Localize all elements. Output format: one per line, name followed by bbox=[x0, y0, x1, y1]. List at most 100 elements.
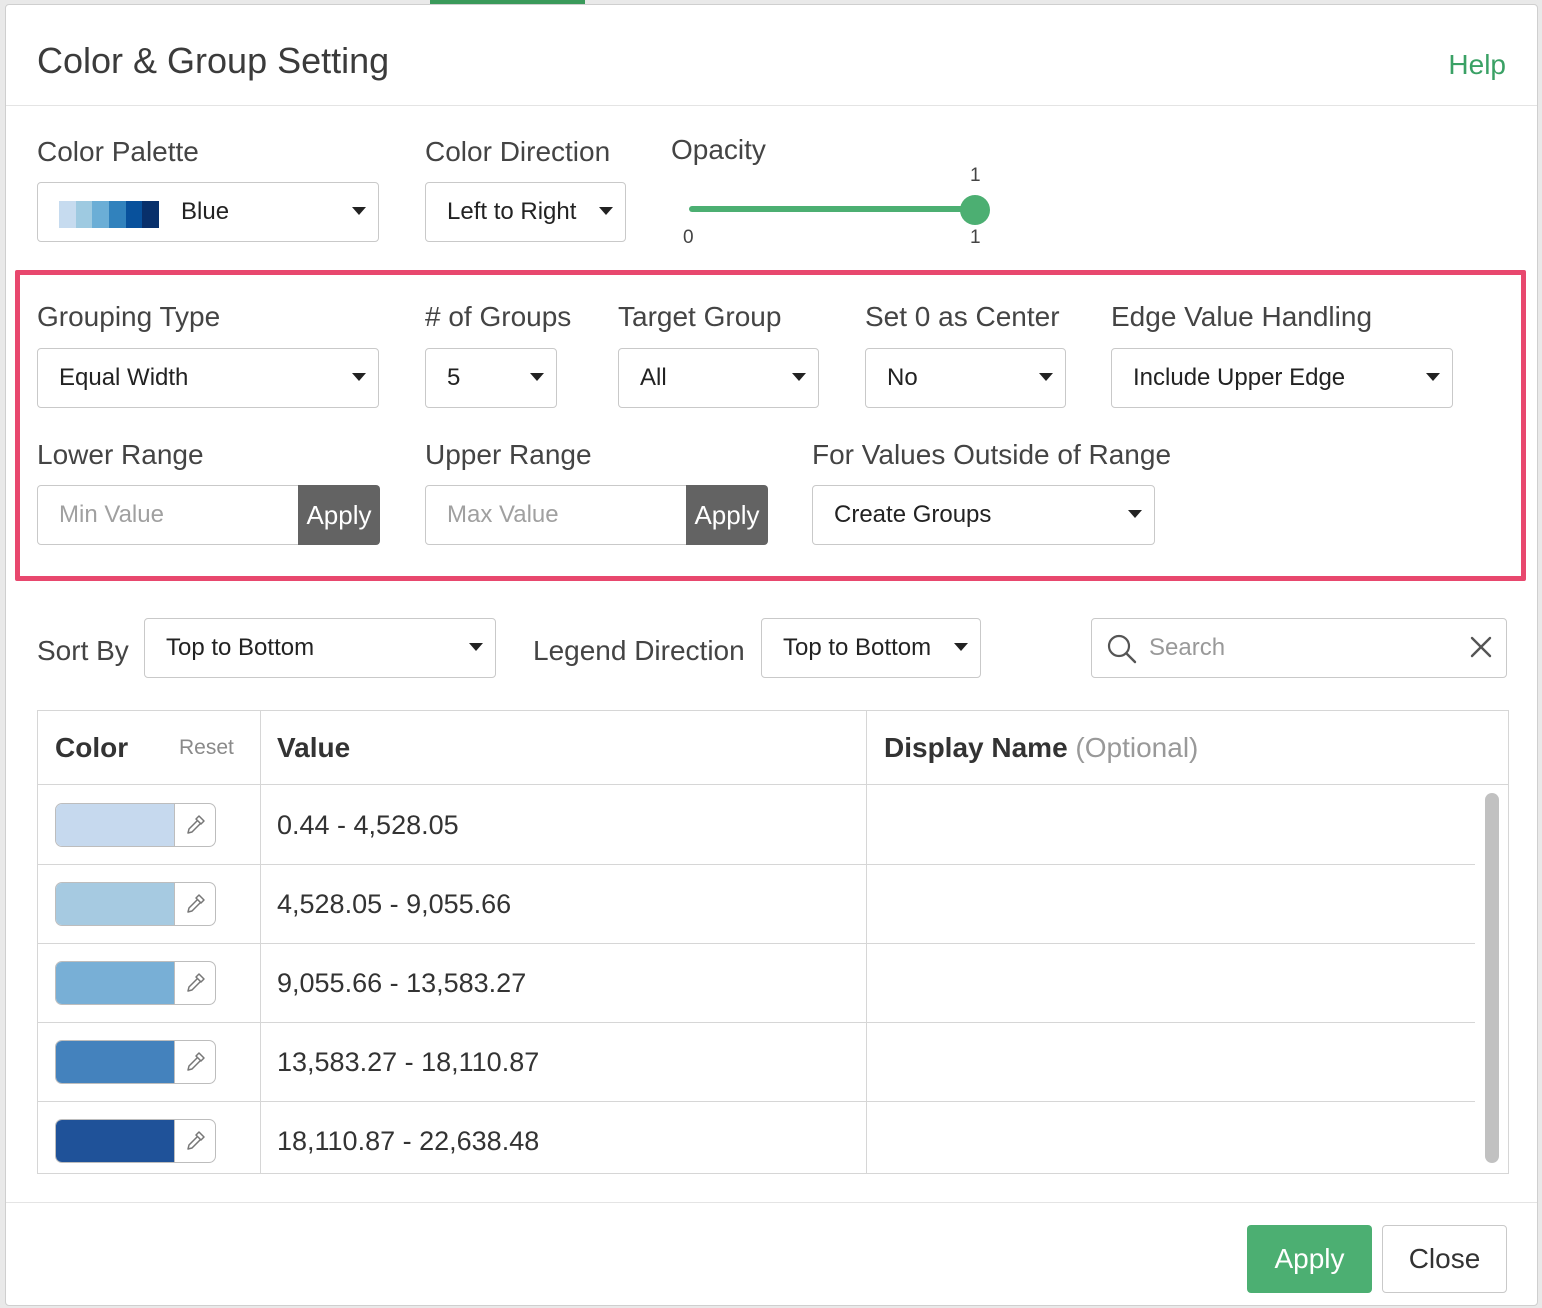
display-name-header-label: Display Name bbox=[884, 732, 1068, 763]
outside-range-label: For Values Outside of Range bbox=[812, 439, 1172, 470]
opacity-min-label: 0 bbox=[683, 227, 694, 248]
chevron-down-icon bbox=[599, 207, 613, 215]
color-swatch[interactable] bbox=[56, 883, 174, 925]
chevron-down-icon bbox=[792, 373, 806, 381]
top-accent-bar bbox=[430, 0, 585, 4]
upper-range-apply-button[interactable]: Apply bbox=[686, 485, 768, 545]
lower-range-label: Lower Range bbox=[37, 439, 204, 470]
opacity-label: Opacity bbox=[671, 134, 766, 165]
set-zero-center-value: No bbox=[887, 364, 918, 391]
color-direction-label: Color Direction bbox=[425, 136, 611, 167]
chevron-down-icon bbox=[352, 373, 366, 381]
color-direction-select[interactable]: Left to Right bbox=[425, 182, 626, 242]
outside-range-value: Create Groups bbox=[834, 501, 992, 528]
color-swatch[interactable] bbox=[56, 1120, 174, 1162]
color-palette-label: Color Palette bbox=[37, 136, 199, 167]
color-swatch-control bbox=[55, 1040, 216, 1084]
table-row: 13,583.27 - 18,110.87 bbox=[38, 1023, 1475, 1102]
num-groups-select[interactable]: 5 bbox=[425, 348, 557, 408]
sort-by-label: Sort By bbox=[37, 635, 129, 666]
upper-range-label: Upper Range bbox=[425, 439, 592, 470]
lower-range-apply-button[interactable]: Apply bbox=[298, 485, 380, 545]
search-input[interactable] bbox=[1149, 627, 1449, 669]
table-row: 9,055.66 - 13,583.27 bbox=[38, 944, 1475, 1023]
table-scrollbar[interactable] bbox=[1485, 793, 1499, 1163]
group-value-range: 18,110.87 - 22,638.48 bbox=[277, 1126, 540, 1156]
color-group-dialog: Color & Group Setting Help Color Palette… bbox=[5, 4, 1538, 1306]
eyedropper-icon[interactable] bbox=[174, 1041, 215, 1083]
eyedropper-icon[interactable] bbox=[174, 962, 215, 1004]
color-group-table: Color Reset Value Display Name (Optional… bbox=[37, 710, 1509, 1174]
chevron-down-icon bbox=[530, 373, 544, 381]
grouping-type-select[interactable]: Equal Width bbox=[37, 348, 379, 408]
color-swatch[interactable] bbox=[56, 962, 174, 1004]
grouping-type-value: Equal Width bbox=[59, 364, 189, 391]
help-link[interactable]: Help bbox=[1448, 49, 1506, 81]
color-palette-value: Blue bbox=[181, 198, 230, 225]
opacity-max-label: 1 bbox=[970, 227, 981, 248]
chevron-down-icon bbox=[1128, 510, 1142, 518]
opacity-slider-track[interactable] bbox=[689, 206, 976, 212]
apply-button[interactable]: Apply bbox=[1247, 1225, 1372, 1293]
chevron-down-icon bbox=[954, 643, 968, 651]
group-value-range: 9,055.66 - 13,583.27 bbox=[277, 968, 527, 998]
palette-swatch-step bbox=[142, 201, 160, 228]
color-column-header: Color bbox=[55, 732, 129, 763]
dialog-header: Color & Group Setting Help bbox=[6, 5, 1537, 106]
eyedropper-icon[interactable] bbox=[174, 804, 215, 846]
target-group-select[interactable]: All bbox=[618, 348, 819, 408]
set-zero-center-select[interactable]: No bbox=[865, 348, 1066, 408]
eyedropper-icon[interactable] bbox=[174, 883, 215, 925]
close-icon[interactable] bbox=[1468, 634, 1494, 660]
table-row: 4,528.05 - 9,055.66 bbox=[38, 865, 1475, 944]
set-zero-center-label: Set 0 as Center bbox=[865, 301, 1060, 332]
palette-swatch-step bbox=[59, 201, 76, 228]
display-name-optional-hint: (Optional) bbox=[1075, 732, 1199, 763]
eyedropper-icon[interactable] bbox=[174, 1120, 215, 1162]
chevron-down-icon bbox=[469, 643, 483, 651]
dialog-title: Color & Group Setting bbox=[37, 40, 390, 81]
sort-by-value: Top to Bottom bbox=[166, 634, 315, 661]
chevron-down-icon bbox=[352, 207, 366, 215]
color-swatch[interactable] bbox=[56, 1041, 174, 1083]
legend-direction-label: Legend Direction bbox=[533, 635, 745, 666]
color-swatch-control bbox=[55, 961, 216, 1005]
display-name-cell[interactable] bbox=[867, 786, 1475, 864]
edge-value-handling-label: Edge Value Handling bbox=[1111, 301, 1373, 332]
reset-colors-link[interactable]: Reset bbox=[179, 711, 234, 785]
edge-value-handling-select[interactable]: Include Upper Edge bbox=[1111, 348, 1453, 408]
display-name-cell[interactable] bbox=[867, 944, 1475, 1022]
palette-swatch-step bbox=[125, 201, 143, 228]
table-row: 18,110.87 - 22,638.48 bbox=[38, 1102, 1475, 1181]
num-groups-value: 5 bbox=[447, 364, 461, 391]
opacity-slider-handle[interactable] bbox=[960, 195, 990, 225]
lower-range-input[interactable] bbox=[37, 485, 299, 545]
sort-by-select[interactable]: Top to Bottom bbox=[144, 618, 496, 678]
opacity-current-value: 1 bbox=[970, 165, 981, 186]
grouping-type-label: Grouping Type bbox=[37, 301, 221, 332]
footer-divider bbox=[6, 1202, 1537, 1203]
color-swatch-control bbox=[55, 882, 216, 926]
outside-range-select[interactable]: Create Groups bbox=[812, 485, 1155, 545]
palette-swatch-step bbox=[109, 201, 126, 228]
group-value-range: 13,583.27 - 18,110.87 bbox=[277, 1047, 540, 1077]
target-group-value: All bbox=[640, 364, 667, 391]
close-button[interactable]: Close bbox=[1382, 1225, 1507, 1293]
search-box bbox=[1091, 618, 1507, 678]
color-swatch-control bbox=[55, 803, 216, 847]
display-name-cell[interactable] bbox=[867, 865, 1475, 943]
search-icon bbox=[1107, 634, 1137, 664]
color-palette-select[interactable]: Blue bbox=[37, 182, 379, 242]
display-name-cell[interactable] bbox=[867, 1023, 1475, 1101]
legend-direction-select[interactable]: Top to Bottom bbox=[761, 618, 981, 678]
value-column-header: Value bbox=[277, 732, 351, 763]
color-swatch[interactable] bbox=[56, 804, 174, 846]
legend-direction-value: Top to Bottom bbox=[783, 634, 932, 661]
group-value-range: 0.44 - 4,528.05 bbox=[277, 810, 459, 840]
display-name-column-header: Display Name (Optional) bbox=[884, 711, 1198, 785]
table-row: 0.44 - 4,528.05 bbox=[38, 786, 1475, 865]
upper-range-input[interactable] bbox=[425, 485, 687, 545]
display-name-cell[interactable] bbox=[867, 1102, 1475, 1180]
palette-gradient-swatch bbox=[59, 201, 160, 228]
palette-swatch-step bbox=[92, 201, 110, 228]
